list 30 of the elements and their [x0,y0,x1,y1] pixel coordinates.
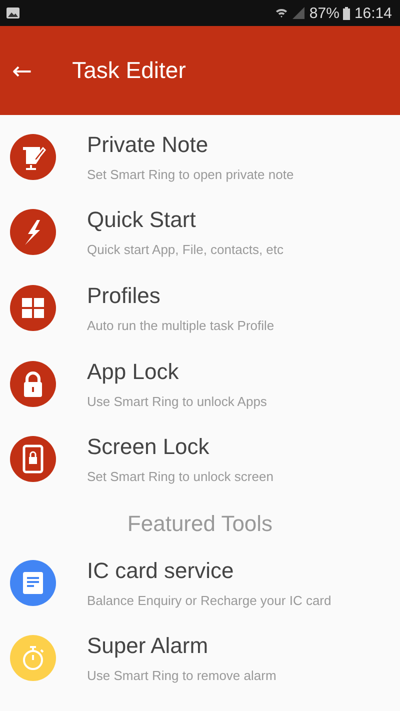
list-item[interactable]: Private Note Set Smart Ring to open private note [0,119,400,195]
screen-title: Task Editer [72,57,186,84]
item-description: Quick start App, File, contacts, etc [87,242,284,258]
item-title: Profiles [87,282,162,309]
item-description: Use Smart Ring to unlock Apps [87,394,267,409]
item-description: Balance Enquiry or Recharge your IC card [87,592,332,608]
section-heading: Featured Tools [126,510,274,538]
list-item[interactable]: IC card service Balance Enquiry or Recharge your IC card [0,544,400,621]
item-title: App Lock [87,358,180,385]
back-button[interactable]: ← [4,56,40,84]
picture-notification-icon [6,7,20,19]
item-title: IC card service [87,558,235,584]
list-item[interactable]: Quick Start Quick start App, File, contacts, etc [0,194,400,270]
item-title: Quick Start [87,207,197,234]
list-item[interactable]: Screen Lock Set Smart Ring to unlock screen [0,421,400,497]
item-description: Auto run the multiple task Profile [87,318,274,333]
signal-icon [292,7,306,19]
wifi-icon [275,7,288,19]
battery-percent: 87% [309,4,340,22]
item-title: Super Alarm [87,633,210,660]
list-item[interactable]: App Lock Use Smart Ring to unlock Apps [0,346,400,422]
item-description: Set Smart Ring to open private note [87,166,294,182]
item-title: Screen Lock [87,434,210,460]
item-description: Use Smart Ring to remove alarm [87,668,276,684]
clock: 16:14 [354,4,392,22]
list-item[interactable]: Super Alarm Use Smart Ring to remove alarm [0,620,400,696]
item-description: Set Smart Ring to unlock screen [87,469,274,484]
item-title: Private Note [87,132,210,158]
battery-icon [343,6,350,20]
list-item[interactable]: Profiles Auto run the multiple task Profile [0,270,400,346]
